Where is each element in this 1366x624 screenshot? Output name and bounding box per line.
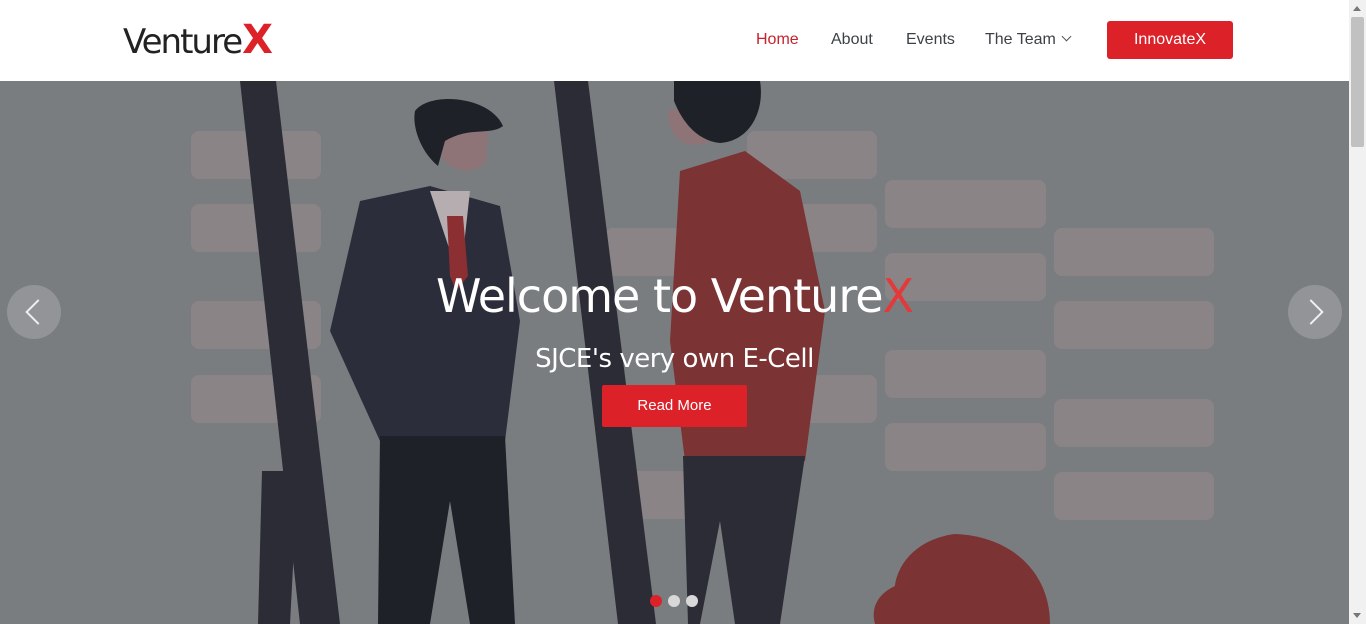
chevron-right-icon xyxy=(1298,299,1324,325)
hero-title: Welcome to VentureX xyxy=(0,271,1349,321)
carousel-indicators xyxy=(650,595,698,607)
nav-home-link[interactable]: Home xyxy=(756,29,799,51)
nav-about-link[interactable]: About xyxy=(831,29,873,51)
scroll-down-arrow[interactable] xyxy=(1353,613,1361,618)
nav-events-link[interactable]: Events xyxy=(906,29,955,51)
nav-team-label: The Team xyxy=(985,31,1056,48)
site-header: VentureX Home About Events The Team Inno… xyxy=(0,0,1349,81)
chevron-left-icon xyxy=(25,299,51,325)
nav-team-dropdown[interactable]: The Team xyxy=(985,29,1072,51)
carousel-dot-2[interactable] xyxy=(668,595,680,607)
hero-title-mark: X xyxy=(882,269,915,323)
carousel-dot-3[interactable] xyxy=(686,595,698,607)
carousel-next-button[interactable] xyxy=(1288,285,1342,339)
scroll-up-arrow[interactable] xyxy=(1353,6,1361,11)
hero-carousel: Welcome to VentureX SJCE's very own E-Ce… xyxy=(0,81,1349,624)
hero-title-text: Welcome to Venture xyxy=(435,269,884,323)
innovatex-button[interactable]: InnovateX xyxy=(1107,21,1233,59)
chevron-down-icon xyxy=(1061,31,1072,42)
read-more-button[interactable]: Read More xyxy=(602,385,747,427)
scrollbar-thumb[interactable] xyxy=(1351,17,1364,147)
brand-logo[interactable]: VentureX xyxy=(123,17,273,64)
carousel-dot-1[interactable] xyxy=(650,595,662,607)
hero-subtitle: SJCE's very own E-Cell xyxy=(535,344,814,374)
brand-mark: X xyxy=(242,17,273,63)
carousel-prev-button[interactable] xyxy=(7,285,61,339)
page-scrollbar[interactable] xyxy=(1349,0,1366,624)
brand-name: Venture xyxy=(123,22,243,62)
